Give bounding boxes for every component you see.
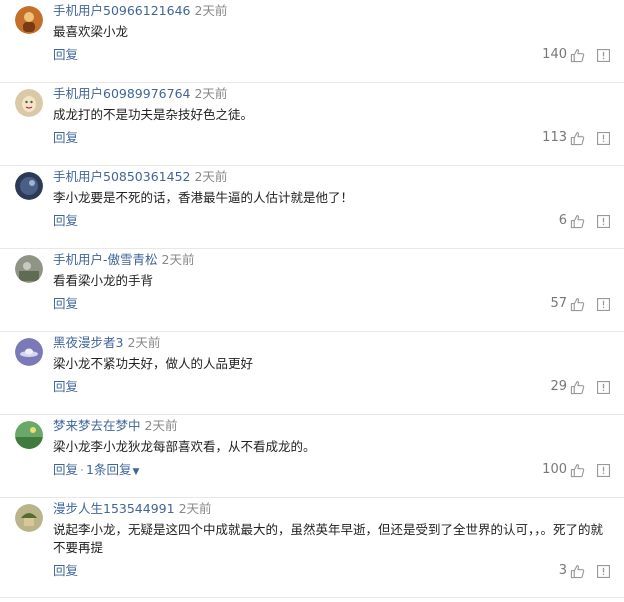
report-icon[interactable] bbox=[597, 297, 610, 311]
comment-item: 手机用户50850361452 2天前 李小龙要是不死的话，香港最牛逼的人估计就是… bbox=[0, 166, 624, 249]
username[interactable]: 手机用户-傲雪青松 bbox=[53, 252, 158, 267]
username[interactable]: 手机用户50850361452 bbox=[53, 169, 190, 184]
comment-text: 梁小龙李小龙狄龙每部喜欢看，从不看成龙的。 bbox=[53, 439, 316, 454]
comment-list: 手机用户50966121646 2天前 最喜欢梁小龙 回复 140 手机用户609… bbox=[0, 0, 624, 598]
expand-replies-button[interactable]: 1条回复 bbox=[86, 462, 131, 477]
comment-item: 漫步人生153544991 2天前 说起李小龙，无疑是这四个中成就最大的，虽然英年… bbox=[0, 498, 624, 598]
user-avatar[interactable] bbox=[15, 255, 43, 283]
comment-item: 手机用户-傲雪青松 2天前 看看梁小龙的手背 回复 57 bbox=[0, 249, 624, 332]
reply-button[interactable]: 回复 bbox=[53, 296, 78, 311]
reply-button[interactable]: 回复 bbox=[53, 462, 78, 477]
thumbs-up-icon[interactable] bbox=[570, 214, 585, 229]
user-avatar[interactable] bbox=[15, 6, 43, 34]
like-count: 6 bbox=[558, 213, 567, 228]
reply-button[interactable]: 回复 bbox=[53, 47, 78, 62]
comment-item: 梦来梦去在梦中 2天前 梁小龙李小龙狄龙每部喜欢看，从不看成龙的。 回复 · 1条回复… bbox=[0, 415, 624, 498]
reply-button[interactable]: 回复 bbox=[53, 213, 78, 228]
report-icon[interactable] bbox=[597, 463, 610, 477]
comment-text: 最喜欢梁小龙 bbox=[53, 24, 129, 39]
comment-text: 成龙打的不是功夫是杂技好色之徒。 bbox=[53, 107, 254, 122]
thumbs-up-icon[interactable] bbox=[570, 48, 585, 63]
report-icon[interactable] bbox=[597, 131, 610, 145]
comment-time: 2天前 bbox=[144, 418, 178, 433]
thumbs-up-icon[interactable] bbox=[570, 564, 585, 579]
like-count: 29 bbox=[550, 379, 567, 394]
like-count: 113 bbox=[542, 130, 567, 145]
comment-time: 2天前 bbox=[161, 252, 195, 267]
user-avatar[interactable] bbox=[15, 89, 43, 117]
comment-time: 2天前 bbox=[194, 86, 228, 101]
like-count: 57 bbox=[550, 296, 567, 311]
comment-time: 2天前 bbox=[194, 169, 228, 184]
report-icon[interactable] bbox=[597, 214, 610, 228]
like-count: 3 bbox=[558, 563, 567, 578]
user-avatar[interactable] bbox=[15, 338, 43, 366]
reply-button[interactable]: 回复 bbox=[53, 130, 78, 145]
report-icon[interactable] bbox=[597, 48, 610, 62]
reply-button[interactable]: 回复 bbox=[53, 563, 78, 578]
thumbs-up-icon[interactable] bbox=[570, 463, 585, 478]
reply-button[interactable]: 回复 bbox=[53, 379, 78, 394]
username[interactable]: 手机用户50966121646 bbox=[53, 3, 190, 18]
comment-time: 2天前 bbox=[178, 501, 212, 516]
username[interactable]: 漫步人生153544991 bbox=[53, 501, 175, 516]
username[interactable]: 手机用户60989976764 bbox=[53, 86, 190, 101]
thumbs-up-icon[interactable] bbox=[570, 131, 585, 146]
comment-time: 2天前 bbox=[127, 335, 161, 350]
username[interactable]: 黑夜漫步者3 bbox=[53, 335, 123, 350]
comment-item: 手机用户50966121646 2天前 最喜欢梁小龙 回复 140 bbox=[0, 0, 624, 83]
thumbs-up-icon[interactable] bbox=[570, 297, 585, 312]
comment-item: 黑夜漫步者3 2天前 梁小龙不紧功夫好，做人的人品更好 回复 29 bbox=[0, 332, 624, 415]
like-count: 140 bbox=[542, 47, 567, 62]
like-count: 100 bbox=[542, 462, 567, 477]
comment-item: 手机用户60989976764 2天前 成龙打的不是功夫是杂技好色之徒。 回复 1… bbox=[0, 83, 624, 166]
comment-text: 梁小龙不紧功夫好，做人的人品更好 bbox=[53, 356, 254, 371]
username[interactable]: 梦来梦去在梦中 bbox=[53, 418, 141, 433]
user-avatar[interactable] bbox=[15, 421, 43, 449]
separator-dot: · bbox=[80, 462, 84, 477]
comment-text: 看看梁小龙的手背 bbox=[53, 273, 154, 288]
thumbs-up-icon[interactable] bbox=[570, 380, 585, 395]
report-icon[interactable] bbox=[597, 564, 610, 578]
chevron-down-icon[interactable]: ▼ bbox=[132, 467, 139, 477]
report-icon[interactable] bbox=[597, 380, 610, 394]
comment-time: 2天前 bbox=[194, 3, 228, 18]
comment-text: 李小龙要是不死的话，香港最牛逼的人估计就是他了！ bbox=[53, 190, 354, 205]
user-avatar[interactable] bbox=[15, 504, 43, 532]
comment-text: 说起李小龙，无疑是这四个中成就最大的，虽然英年早逝，但还是受到了全世界的认可，，… bbox=[53, 522, 604, 555]
user-avatar[interactable] bbox=[15, 172, 43, 200]
